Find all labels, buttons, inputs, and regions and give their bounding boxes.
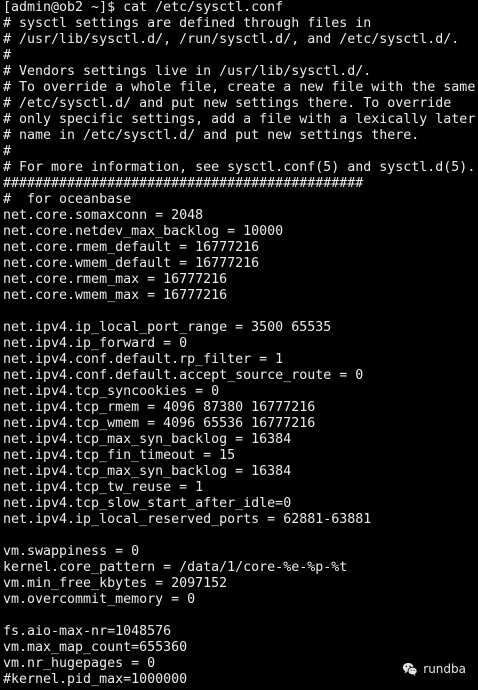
- terminal-line: # Vendors settings live in /usr/lib/sysc…: [3, 64, 372, 79]
- terminal-line: # only specific settings, add a file wit…: [3, 112, 476, 127]
- terminal-line: ########################################…: [3, 176, 364, 191]
- terminal-line: vm.overcommit_memory = 0: [3, 592, 196, 607]
- terminal-line: net.ipv4.tcp_fin_timeout = 15: [3, 448, 236, 463]
- terminal-line: net.ipv4.tcp_syncookies = 0: [3, 384, 220, 399]
- terminal-line: vm.min_free_kbytes = 2097152: [3, 576, 228, 591]
- terminal-line: net.ipv4.tcp_wmem = 4096 65536 16777216: [3, 416, 316, 431]
- terminal-line: net.ipv4.tcp_max_syn_backlog = 16384: [3, 432, 292, 447]
- terminal-line: net.ipv4.tcp_rmem = 4096 87380 16777216: [3, 400, 316, 415]
- terminal-line: net.ipv4.conf.default.rp_filter = 1: [3, 352, 284, 367]
- terminal-line: net.core.wmem_default = 16777216: [3, 256, 260, 271]
- terminal-line: vm.max_map_count=655360: [3, 640, 188, 655]
- terminal-line: # To override a whole file, create a new…: [3, 80, 476, 95]
- terminal-line: net.core.netdev_max_backlog = 10000: [3, 224, 284, 239]
- terminal-line: # /usr/lib/sysctl.d/, /run/sysctl.d/, an…: [3, 32, 460, 47]
- wechat-icon: [403, 662, 418, 676]
- terminal-line: [admin@ob2 ~]$ cat /etc/sysctl.conf: [3, 0, 284, 15]
- terminal-line: net.ipv4.ip_local_reserved_ports = 62881…: [3, 512, 372, 527]
- terminal-line: #: [3, 144, 12, 159]
- terminal-line: vm.swappiness = 0: [3, 544, 140, 559]
- terminal-line: kernel.core_pattern = /data/1/core-%e-%p…: [3, 560, 348, 575]
- terminal-line: net.ipv4.conf.default.accept_source_rout…: [3, 368, 364, 383]
- terminal-line: net.ipv4.ip_local_port_range = 3500 6553…: [3, 320, 332, 335]
- watermark-text: rundba: [423, 662, 466, 676]
- terminal-line: net.ipv4.ip_forward = 0: [3, 336, 188, 351]
- terminal-line: # for oceanbase: [3, 192, 132, 207]
- terminal-line: # name in /etc/sysctl.d/ and put new set…: [3, 128, 420, 143]
- terminal-line: net.core.rmem_default = 16777216: [3, 240, 260, 255]
- terminal-line: # For more information, see sysctl.conf(…: [3, 160, 476, 175]
- terminal-line: # /etc/sysctl.d/ and put new settings th…: [3, 96, 452, 111]
- terminal-line: net.ipv4.tcp_tw_reuse = 1: [3, 480, 204, 495]
- terminal-output: [admin@ob2 ~]$ cat /etc/sysctl.conf # sys…: [0, 0, 478, 688]
- terminal-line: net.ipv4.tcp_slow_start_after_idle=0: [3, 496, 292, 511]
- terminal-line: net.core.wmem_max = 16777216: [3, 288, 228, 303]
- watermark: rundba: [402, 661, 466, 677]
- terminal-line: net.core.rmem_max = 16777216: [3, 272, 228, 287]
- terminal-line: net.core.somaxconn = 2048: [3, 208, 204, 223]
- terminal-window[interactable]: [admin@ob2 ~]$ cat /etc/sysctl.conf # sys…: [0, 0, 478, 690]
- terminal-line: # sysctl settings are defined through fi…: [3, 16, 372, 31]
- terminal-line: fs.aio-max-nr=1048576: [3, 624, 172, 639]
- terminal-line: net.ipv4.tcp_max_syn_backlog = 16384: [3, 464, 292, 479]
- terminal-line: #: [3, 48, 12, 63]
